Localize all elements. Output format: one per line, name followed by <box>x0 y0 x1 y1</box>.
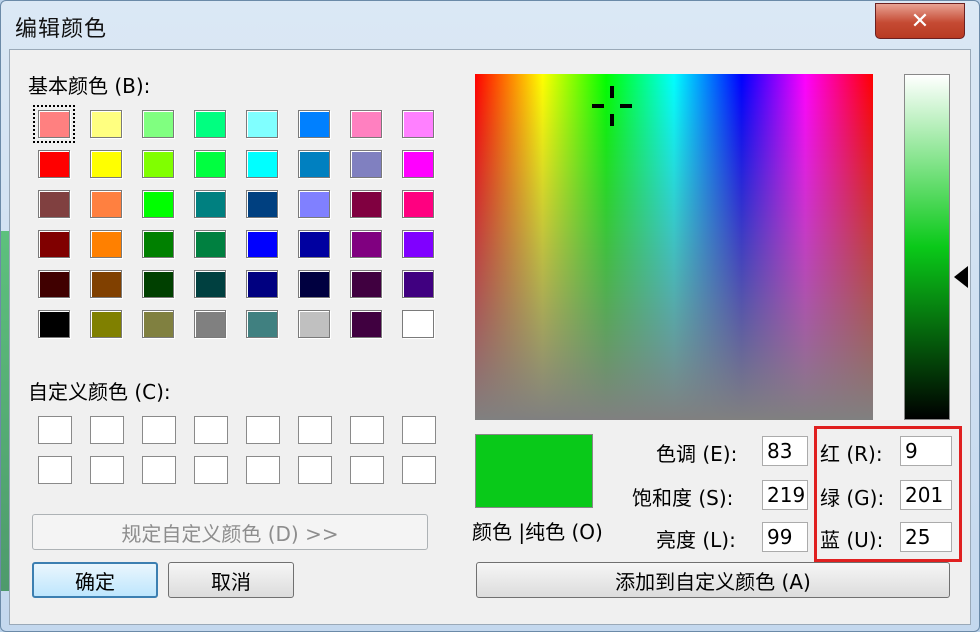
basic-color-swatch[interactable] <box>33 105 75 143</box>
basic-color-swatch[interactable] <box>90 190 122 218</box>
rgb-highlight-box <box>814 426 962 562</box>
saturation-input[interactable]: 219 <box>762 480 808 510</box>
basic-colors-label: 基本颜色 (B): <box>28 74 151 98</box>
custom-color-swatch[interactable] <box>38 456 72 484</box>
basic-color-swatch[interactable] <box>298 150 330 178</box>
custom-color-swatch[interactable] <box>298 416 332 444</box>
basic-color-swatch[interactable] <box>90 110 122 138</box>
basic-color-swatch[interactable] <box>402 150 434 178</box>
basic-color-swatch[interactable] <box>142 270 174 298</box>
window-title: 编辑颜色 <box>15 17 108 42</box>
luminosity-slider-arrow-icon[interactable] <box>954 266 968 288</box>
basic-color-swatch[interactable] <box>194 190 226 218</box>
custom-color-swatch[interactable] <box>246 416 280 444</box>
basic-color-swatch[interactable] <box>298 190 330 218</box>
basic-color-swatch[interactable] <box>402 230 434 258</box>
basic-color-swatch[interactable] <box>246 110 278 138</box>
custom-color-swatch[interactable] <box>194 456 228 484</box>
cancel-button[interactable]: 取消 <box>168 562 294 598</box>
custom-color-swatch[interactable] <box>90 416 124 444</box>
basic-color-swatch[interactable] <box>246 230 278 258</box>
custom-color-swatch[interactable] <box>142 416 176 444</box>
basic-color-swatch[interactable] <box>194 230 226 258</box>
hue-input[interactable]: 83 <box>762 436 808 466</box>
basic-color-swatch[interactable] <box>90 310 122 338</box>
luminosity-label: 亮度 (L): <box>656 528 736 552</box>
basic-color-swatch[interactable] <box>246 270 278 298</box>
custom-color-swatch[interactable] <box>402 456 436 484</box>
basic-color-swatch[interactable] <box>298 270 330 298</box>
basic-color-swatch[interactable] <box>350 310 382 338</box>
custom-color-swatch[interactable] <box>246 456 280 484</box>
basic-color-swatch[interactable] <box>142 310 174 338</box>
custom-color-swatch[interactable] <box>194 416 228 444</box>
basic-color-swatch[interactable] <box>246 150 278 178</box>
basic-color-swatch[interactable] <box>90 150 122 178</box>
basic-color-swatch[interactable] <box>142 150 174 178</box>
saturation-label: 饱和度 (S): <box>632 486 734 510</box>
basic-color-swatch[interactable] <box>350 190 382 218</box>
basic-color-swatch[interactable] <box>350 110 382 138</box>
basic-color-swatch[interactable] <box>38 150 70 178</box>
basic-color-swatch[interactable] <box>38 230 70 258</box>
basic-color-swatch[interactable] <box>194 110 226 138</box>
background-window-edge <box>1 231 9 591</box>
basic-color-swatch[interactable] <box>142 110 174 138</box>
basic-color-swatch[interactable] <box>194 150 226 178</box>
crosshair-cursor-icon[interactable] <box>592 86 632 126</box>
custom-colors-label: 自定义颜色 (C): <box>28 380 171 404</box>
basic-color-swatch[interactable] <box>38 310 70 338</box>
custom-color-swatch[interactable] <box>402 416 436 444</box>
basic-color-swatch[interactable] <box>298 230 330 258</box>
basic-color-swatch[interactable] <box>90 230 122 258</box>
basic-color-swatch[interactable] <box>350 150 382 178</box>
basic-color-swatch[interactable] <box>402 110 434 138</box>
hue-saturation-spectrum[interactable] <box>475 74 873 420</box>
ok-button[interactable]: 确定 <box>32 562 158 598</box>
basic-color-swatch[interactable] <box>90 270 122 298</box>
luminosity-slider[interactable] <box>904 74 950 420</box>
edit-color-dialog: 编辑颜色 ✕ 基本颜色 (B): 自定义颜色 (C): 规定自定义颜色 (D) … <box>0 0 980 632</box>
custom-color-swatch[interactable] <box>38 416 72 444</box>
basic-color-swatch[interactable] <box>350 270 382 298</box>
basic-color-swatch[interactable] <box>402 310 434 338</box>
basic-color-swatch[interactable] <box>402 190 434 218</box>
basic-color-swatch[interactable] <box>350 230 382 258</box>
color-solid-label: 颜色 |纯色 (O) <box>472 520 603 544</box>
color-preview-swatch <box>475 434 593 508</box>
dialog-client-area: 基本颜色 (B): 自定义颜色 (C): 规定自定义颜色 (D) >> 确定 取… <box>9 49 971 625</box>
basic-color-swatch[interactable] <box>246 190 278 218</box>
hue-label: 色调 (E): <box>656 442 738 466</box>
custom-color-swatch[interactable] <box>350 456 384 484</box>
define-custom-colors-button[interactable]: 规定自定义颜色 (D) >> <box>32 514 428 550</box>
custom-color-swatch[interactable] <box>298 456 332 484</box>
basic-color-swatch[interactable] <box>246 310 278 338</box>
basic-color-swatch[interactable] <box>38 270 70 298</box>
basic-color-swatch[interactable] <box>142 230 174 258</box>
custom-color-swatch[interactable] <box>142 456 176 484</box>
basic-color-swatch[interactable] <box>38 190 70 218</box>
basic-color-swatch[interactable] <box>402 270 434 298</box>
close-button[interactable]: ✕ <box>875 3 965 39</box>
luminosity-input[interactable]: 99 <box>762 522 808 552</box>
close-icon: ✕ <box>910 8 930 34</box>
custom-color-swatch[interactable] <box>350 416 384 444</box>
add-to-custom-colors-button[interactable]: 添加到自定义颜色 (A) <box>476 562 950 598</box>
basic-color-swatch[interactable] <box>194 270 226 298</box>
basic-color-swatch[interactable] <box>298 310 330 338</box>
custom-color-swatch[interactable] <box>90 456 124 484</box>
basic-color-swatch[interactable] <box>194 310 226 338</box>
basic-color-swatch[interactable] <box>298 110 330 138</box>
basic-color-swatch[interactable] <box>142 190 174 218</box>
